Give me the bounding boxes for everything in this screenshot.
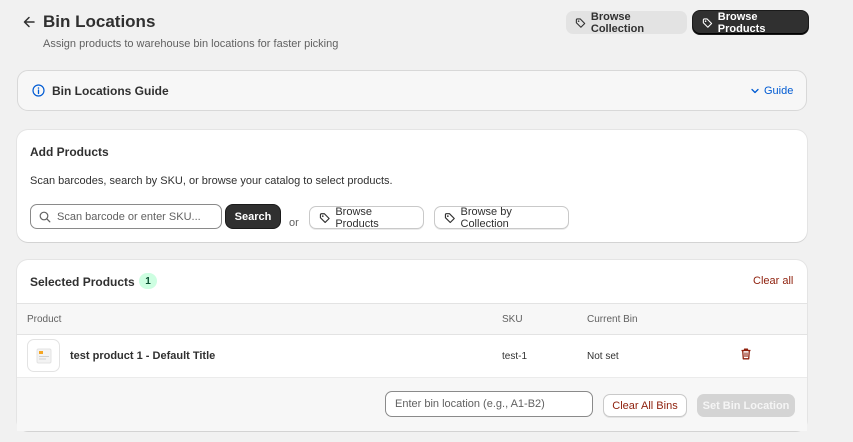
tag-icon [702,17,713,28]
browse-products-catalog-label: Browse Products [335,205,379,230]
bin-location-input[interactable] [395,398,585,410]
add-products-title: Add Products [30,145,109,159]
tag-icon [575,17,586,28]
browse-products-button[interactable]: Browse Products [693,10,808,35]
clear-all-bins-button[interactable]: Clear All Bins [603,394,687,417]
product-thumbnail [27,339,60,372]
image-placeholder-icon [36,348,51,363]
table-header [17,303,807,335]
bin-location-field[interactable] [385,391,593,417]
info-icon [32,84,45,97]
browse-by-collection-label: Browse by Collection [460,205,512,230]
or-separator: or [289,217,299,229]
search-input[interactable] [57,210,207,223]
column-header-current-bin: Current Bin [587,314,638,325]
tag-icon [444,212,455,223]
clear-all-link[interactable]: Clear all [753,275,793,287]
browse-by-collection-button[interactable]: Browse by Collection [434,205,569,230]
column-header-sku: SKU [502,314,523,325]
page-subtitle: Assign products to warehouse bin locatio… [43,38,339,50]
guide-toggle-label: Guide [764,85,794,97]
browse-products-catalog-button[interactable]: Browse Products [309,205,424,230]
page-title: Bin Locations [43,12,156,31]
search-field[interactable] [30,204,222,229]
browse-collection-button[interactable]: Browse Collection [566,10,687,35]
guide-toggle[interactable]: Guide [750,85,793,97]
search-icon [39,211,51,222]
guide-title: Bin Locations Guide [52,84,169,98]
column-header-product: Product [27,314,62,325]
chevron-down-icon [751,88,759,94]
add-products-description: Scan barcodes, search by SKU, or browse … [30,175,393,187]
delete-icon[interactable] [739,347,753,361]
product-name: test product 1 - Default Title [70,350,216,362]
selected-products-title: Selected Products [30,275,135,289]
set-bin-location-button[interactable]: Set Bin Location [697,394,795,417]
browse-products-label: Browse Products [717,10,766,35]
arrow-left-icon [23,16,35,28]
tag-icon [319,212,330,223]
browse-collection-label: Browse Collection [590,10,645,35]
search-button[interactable]: Search [226,205,280,228]
product-sku: test-1 [502,351,528,362]
back-button[interactable] [20,13,38,31]
selected-count-badge: 1 [139,273,157,289]
product-current-bin: Not set [587,351,619,362]
